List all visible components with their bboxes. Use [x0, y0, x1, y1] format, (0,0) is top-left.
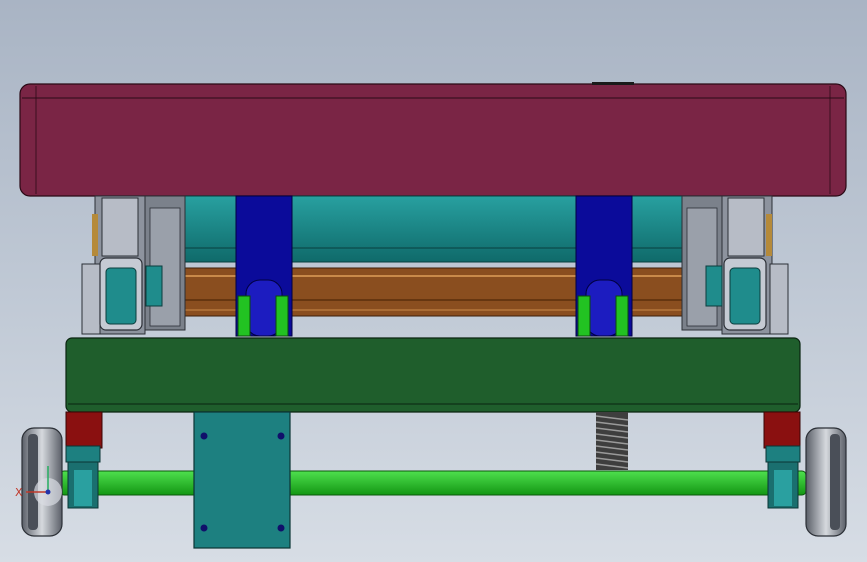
center-mount-plate	[193, 411, 291, 549]
base-frame	[65, 337, 801, 413]
compression-spring	[595, 412, 629, 470]
axle-rod	[59, 470, 807, 496]
x-axis-label: X	[15, 486, 23, 499]
table-top	[19, 82, 847, 197]
right-wheel	[805, 427, 847, 537]
left-scissor-bracket	[81, 195, 186, 335]
scissor-arm-right	[575, 195, 633, 337]
left-caster-assembly	[65, 411, 103, 509]
assembly-drawing	[19, 82, 847, 549]
scissor-arm-left	[235, 195, 293, 337]
right-scissor-bracket	[681, 195, 789, 335]
cad-viewport[interactable]: X	[0, 0, 867, 562]
right-caster-assembly	[763, 411, 801, 509]
